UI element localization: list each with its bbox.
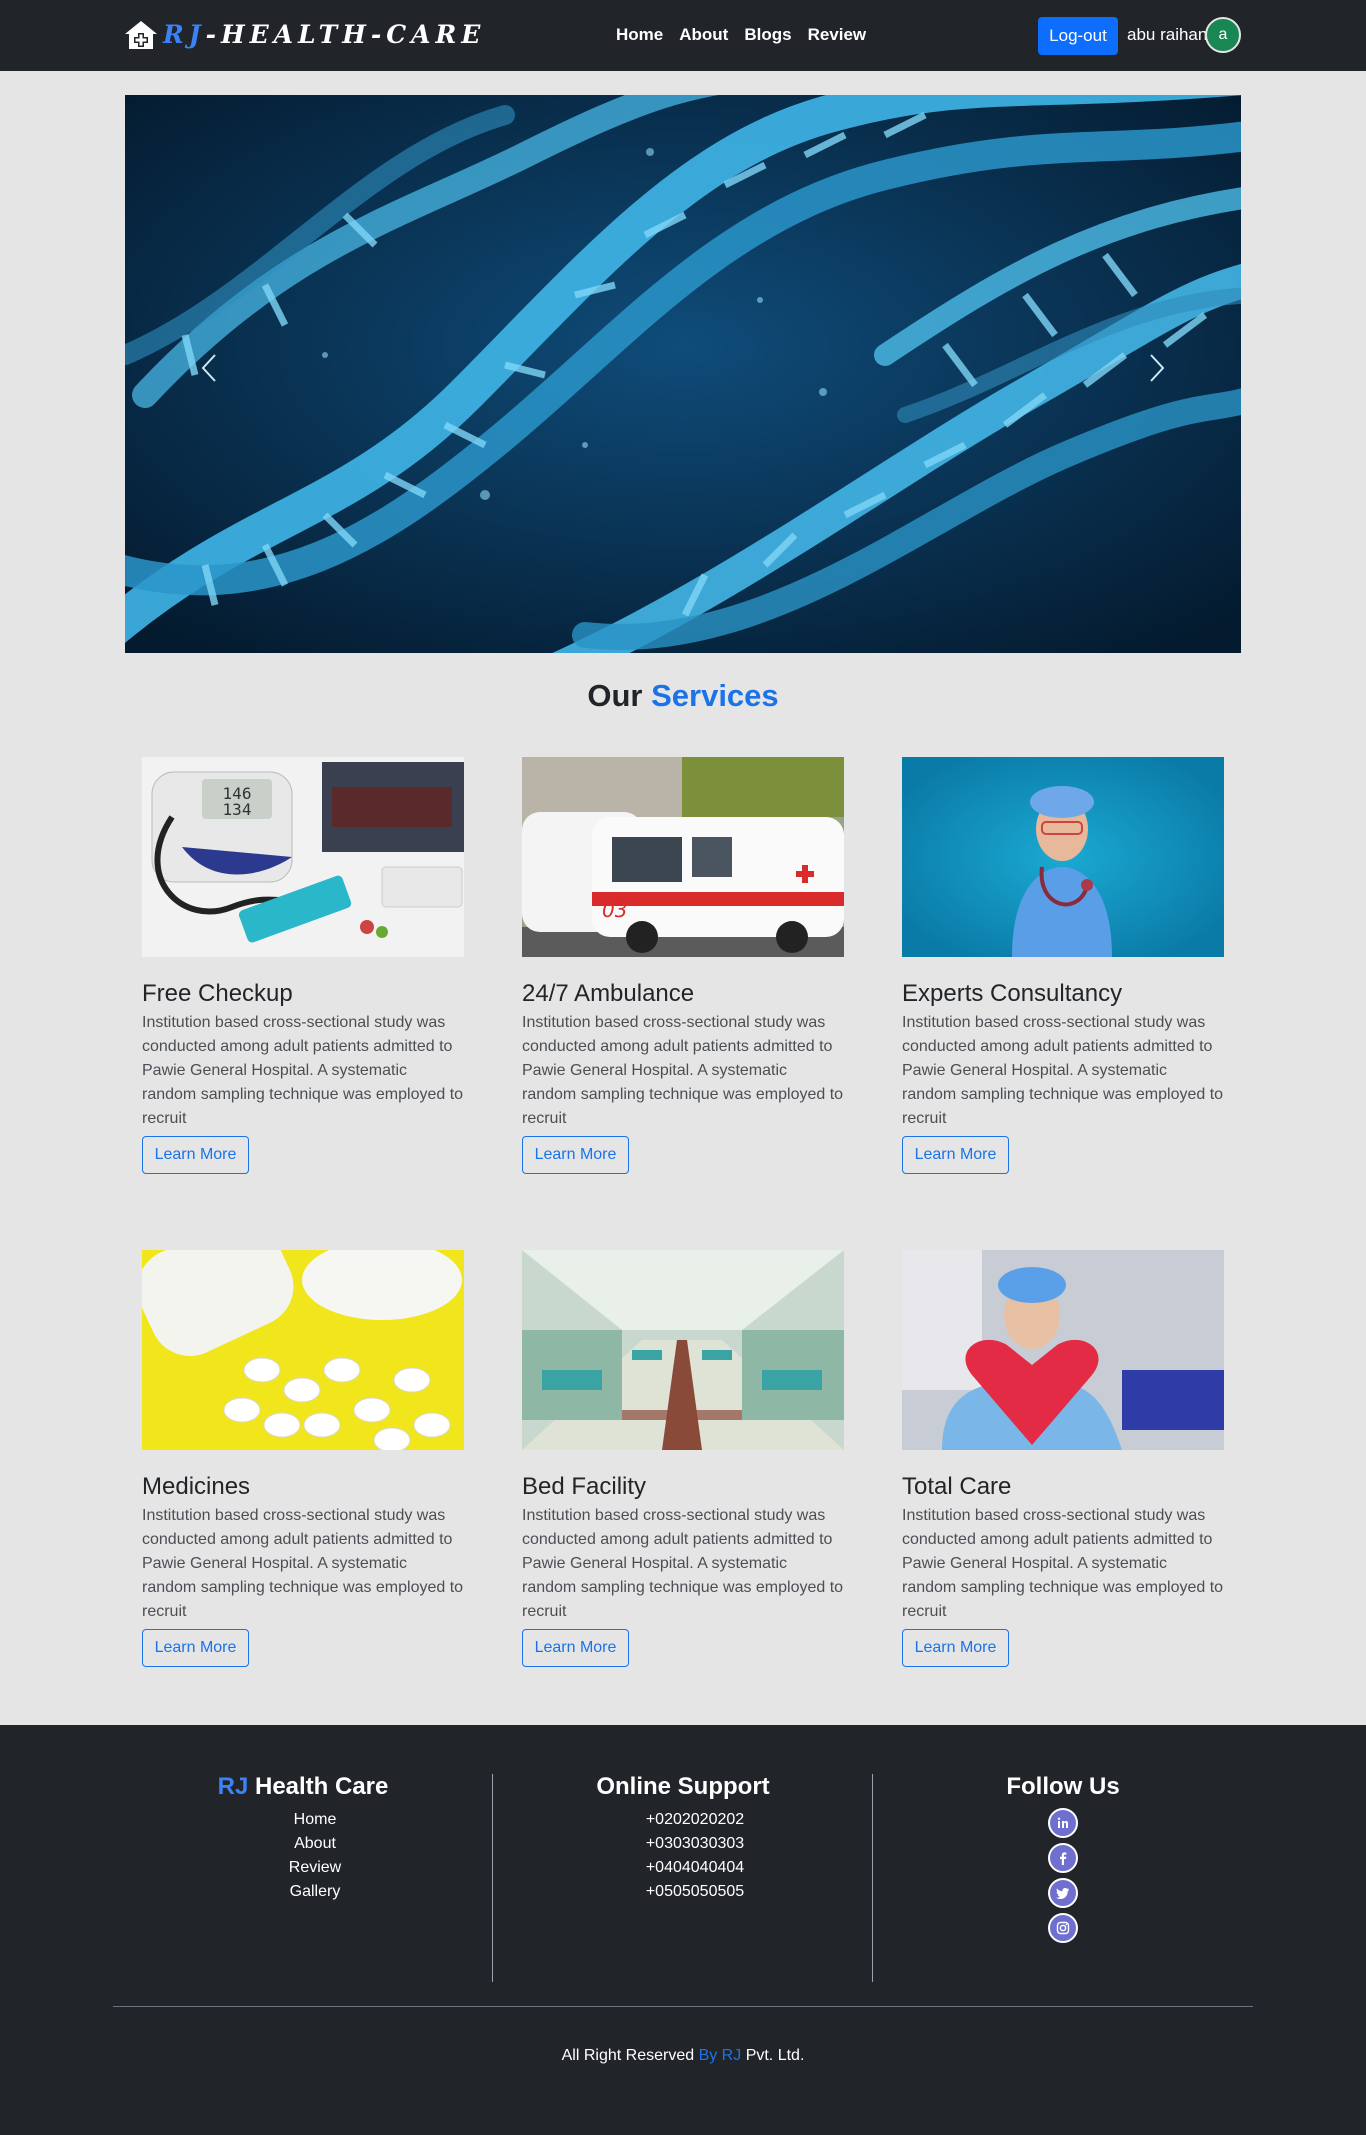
carousel-next-button[interactable] bbox=[1137, 348, 1177, 388]
footer-link-home[interactable]: Home bbox=[294, 1811, 337, 1828]
footer-social-column: Follow Us bbox=[878, 1772, 1248, 1943]
dna-helix-image bbox=[125, 95, 1241, 653]
user-name: abu raihan bbox=[1127, 25, 1208, 44]
phone-number: +0404040404 bbox=[645, 1859, 745, 1876]
twitter-icon[interactable] bbox=[1048, 1878, 1078, 1908]
footer-divider bbox=[872, 1774, 873, 1982]
nurse-holding-heart-image bbox=[902, 1250, 1224, 1450]
nav-link-about[interactable]: About bbox=[679, 24, 728, 46]
footer-brand-title: RJ Health Care bbox=[217, 1773, 389, 1800]
nav-links: Home About Blogs Review bbox=[616, 24, 866, 46]
phone-number: +0303030303 bbox=[645, 1835, 745, 1852]
learn-more-button[interactable]: Learn More bbox=[522, 1136, 629, 1174]
service-title: Medicines bbox=[142, 1473, 251, 1500]
footer-support-column: Online Support +0202020202 +0303030303 +… bbox=[498, 1772, 868, 1904]
brand-logo[interactable]: RJ-HEALTH-CARE bbox=[123, 17, 485, 53]
service-title: Total Care bbox=[902, 1473, 1012, 1500]
blood-pressure-monitor-image: 146 134 bbox=[142, 757, 464, 957]
service-card: Experts Consultancy Institution based cr… bbox=[885, 740, 1233, 1212]
footer-link-about[interactable]: About bbox=[294, 1835, 336, 1852]
service-title: 24/7 Ambulance bbox=[522, 980, 695, 1007]
svg-text:03: 03 bbox=[602, 898, 627, 922]
service-card: Total Care Institution based cross-secti… bbox=[885, 1233, 1233, 1705]
service-card: Medicines Institution based cross-sectio… bbox=[125, 1233, 473, 1705]
nav-link-blogs[interactable]: Blogs bbox=[744, 24, 791, 46]
service-description: Institution based cross-sectional study … bbox=[142, 1507, 464, 1620]
service-title: Bed Facility bbox=[522, 1473, 647, 1500]
service-title: Experts Consultancy bbox=[902, 980, 1123, 1007]
learn-more-button[interactable]: Learn More bbox=[142, 1136, 249, 1174]
footer-link-gallery[interactable]: Gallery bbox=[290, 1883, 341, 1900]
nav-link-review[interactable]: Review bbox=[808, 24, 867, 46]
footer-follow-title: Follow Us bbox=[1006, 1773, 1120, 1800]
service-card: Bed Facility Institution based cross-sec… bbox=[505, 1233, 853, 1705]
svg-text:134: 134 bbox=[223, 800, 252, 819]
carousel-prev-button[interactable] bbox=[189, 348, 229, 388]
service-description: Institution based cross-sectional study … bbox=[522, 1014, 844, 1127]
phone-number: +0202020202 bbox=[645, 1811, 745, 1828]
services-heading: Our Services bbox=[587, 678, 779, 713]
footer-separator bbox=[113, 2006, 1253, 2007]
footer-support-title: Online Support bbox=[596, 1773, 770, 1800]
instagram-icon[interactable] bbox=[1048, 1913, 1078, 1943]
brand-name: RJ-HEALTH-CARE bbox=[163, 20, 486, 49]
service-description: Institution based cross-sectional study … bbox=[902, 1507, 1224, 1620]
service-description: Institution based cross-sectional study … bbox=[142, 1014, 464, 1127]
service-description: Institution based cross-sectional study … bbox=[902, 1014, 1224, 1127]
service-title: Free Checkup bbox=[142, 980, 293, 1007]
footer: RJ Health Care Home About Review Gallery… bbox=[0, 1725, 1366, 2135]
footer-link-review[interactable]: Review bbox=[289, 1859, 341, 1876]
learn-more-button[interactable]: Learn More bbox=[902, 1136, 1009, 1174]
facebook-icon[interactable] bbox=[1048, 1843, 1078, 1873]
hospital-ward-image bbox=[522, 1250, 844, 1450]
learn-more-button[interactable]: Learn More bbox=[142, 1629, 249, 1667]
footer-divider bbox=[492, 1774, 493, 1982]
footer-about-column: RJ Health Care Home About Review Gallery bbox=[118, 1772, 488, 1904]
nav-link-home[interactable]: Home bbox=[616, 24, 663, 46]
service-card: 146 134 Free Checkup Institution based c… bbox=[125, 740, 473, 1212]
house-medical-icon bbox=[125, 21, 157, 49]
service-description: Institution based cross-sectional study … bbox=[522, 1507, 844, 1620]
navbar: RJ-HEALTH-CARE Home About Blogs Review L… bbox=[0, 0, 1366, 71]
ambulance-image: 03 bbox=[522, 757, 844, 957]
copyright-text: All Right Reserved By RJ Pvt. Ltd. bbox=[561, 2047, 805, 2064]
linkedin-icon[interactable] bbox=[1048, 1808, 1078, 1838]
logout-button[interactable]: Log-out bbox=[1038, 17, 1118, 55]
phone-number: +0505050505 bbox=[645, 1883, 745, 1900]
chevron-right-icon bbox=[1150, 354, 1165, 382]
hero-carousel bbox=[125, 95, 1241, 653]
avatar[interactable]: a bbox=[1205, 17, 1241, 53]
learn-more-button[interactable]: Learn More bbox=[522, 1629, 629, 1667]
service-card: 03 24/7 Ambulance Institution based cros… bbox=[505, 740, 853, 1212]
medicine-pills-image bbox=[142, 1250, 464, 1450]
chevron-left-icon bbox=[201, 354, 216, 382]
learn-more-button[interactable]: Learn More bbox=[902, 1629, 1009, 1667]
doctor-with-stethoscope-image bbox=[902, 757, 1224, 957]
